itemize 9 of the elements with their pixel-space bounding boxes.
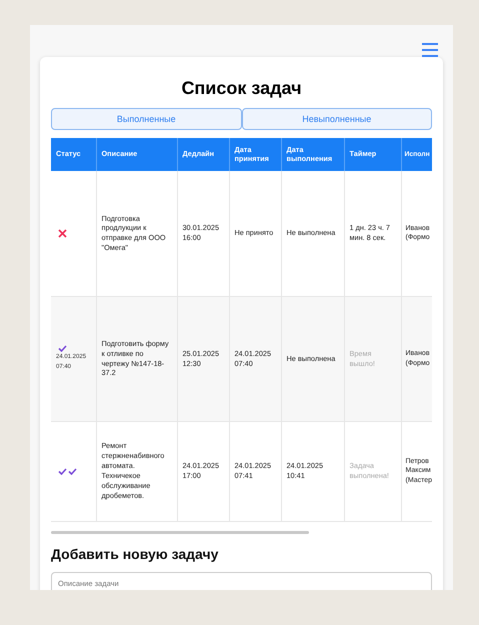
scrollbar[interactable] [51,530,309,534]
tab[interactable]: Выполненные [51,108,242,130]
page-title: Список задач [180,78,303,99]
cross-icon [58,228,67,238]
tab[interactable]: Невыполненные [242,108,432,130]
double-check-icon [58,468,78,474]
check-icon [58,344,67,352]
section-heading: Добавить новую задачу [51,546,220,562]
menu-icon[interactable] [422,43,438,57]
